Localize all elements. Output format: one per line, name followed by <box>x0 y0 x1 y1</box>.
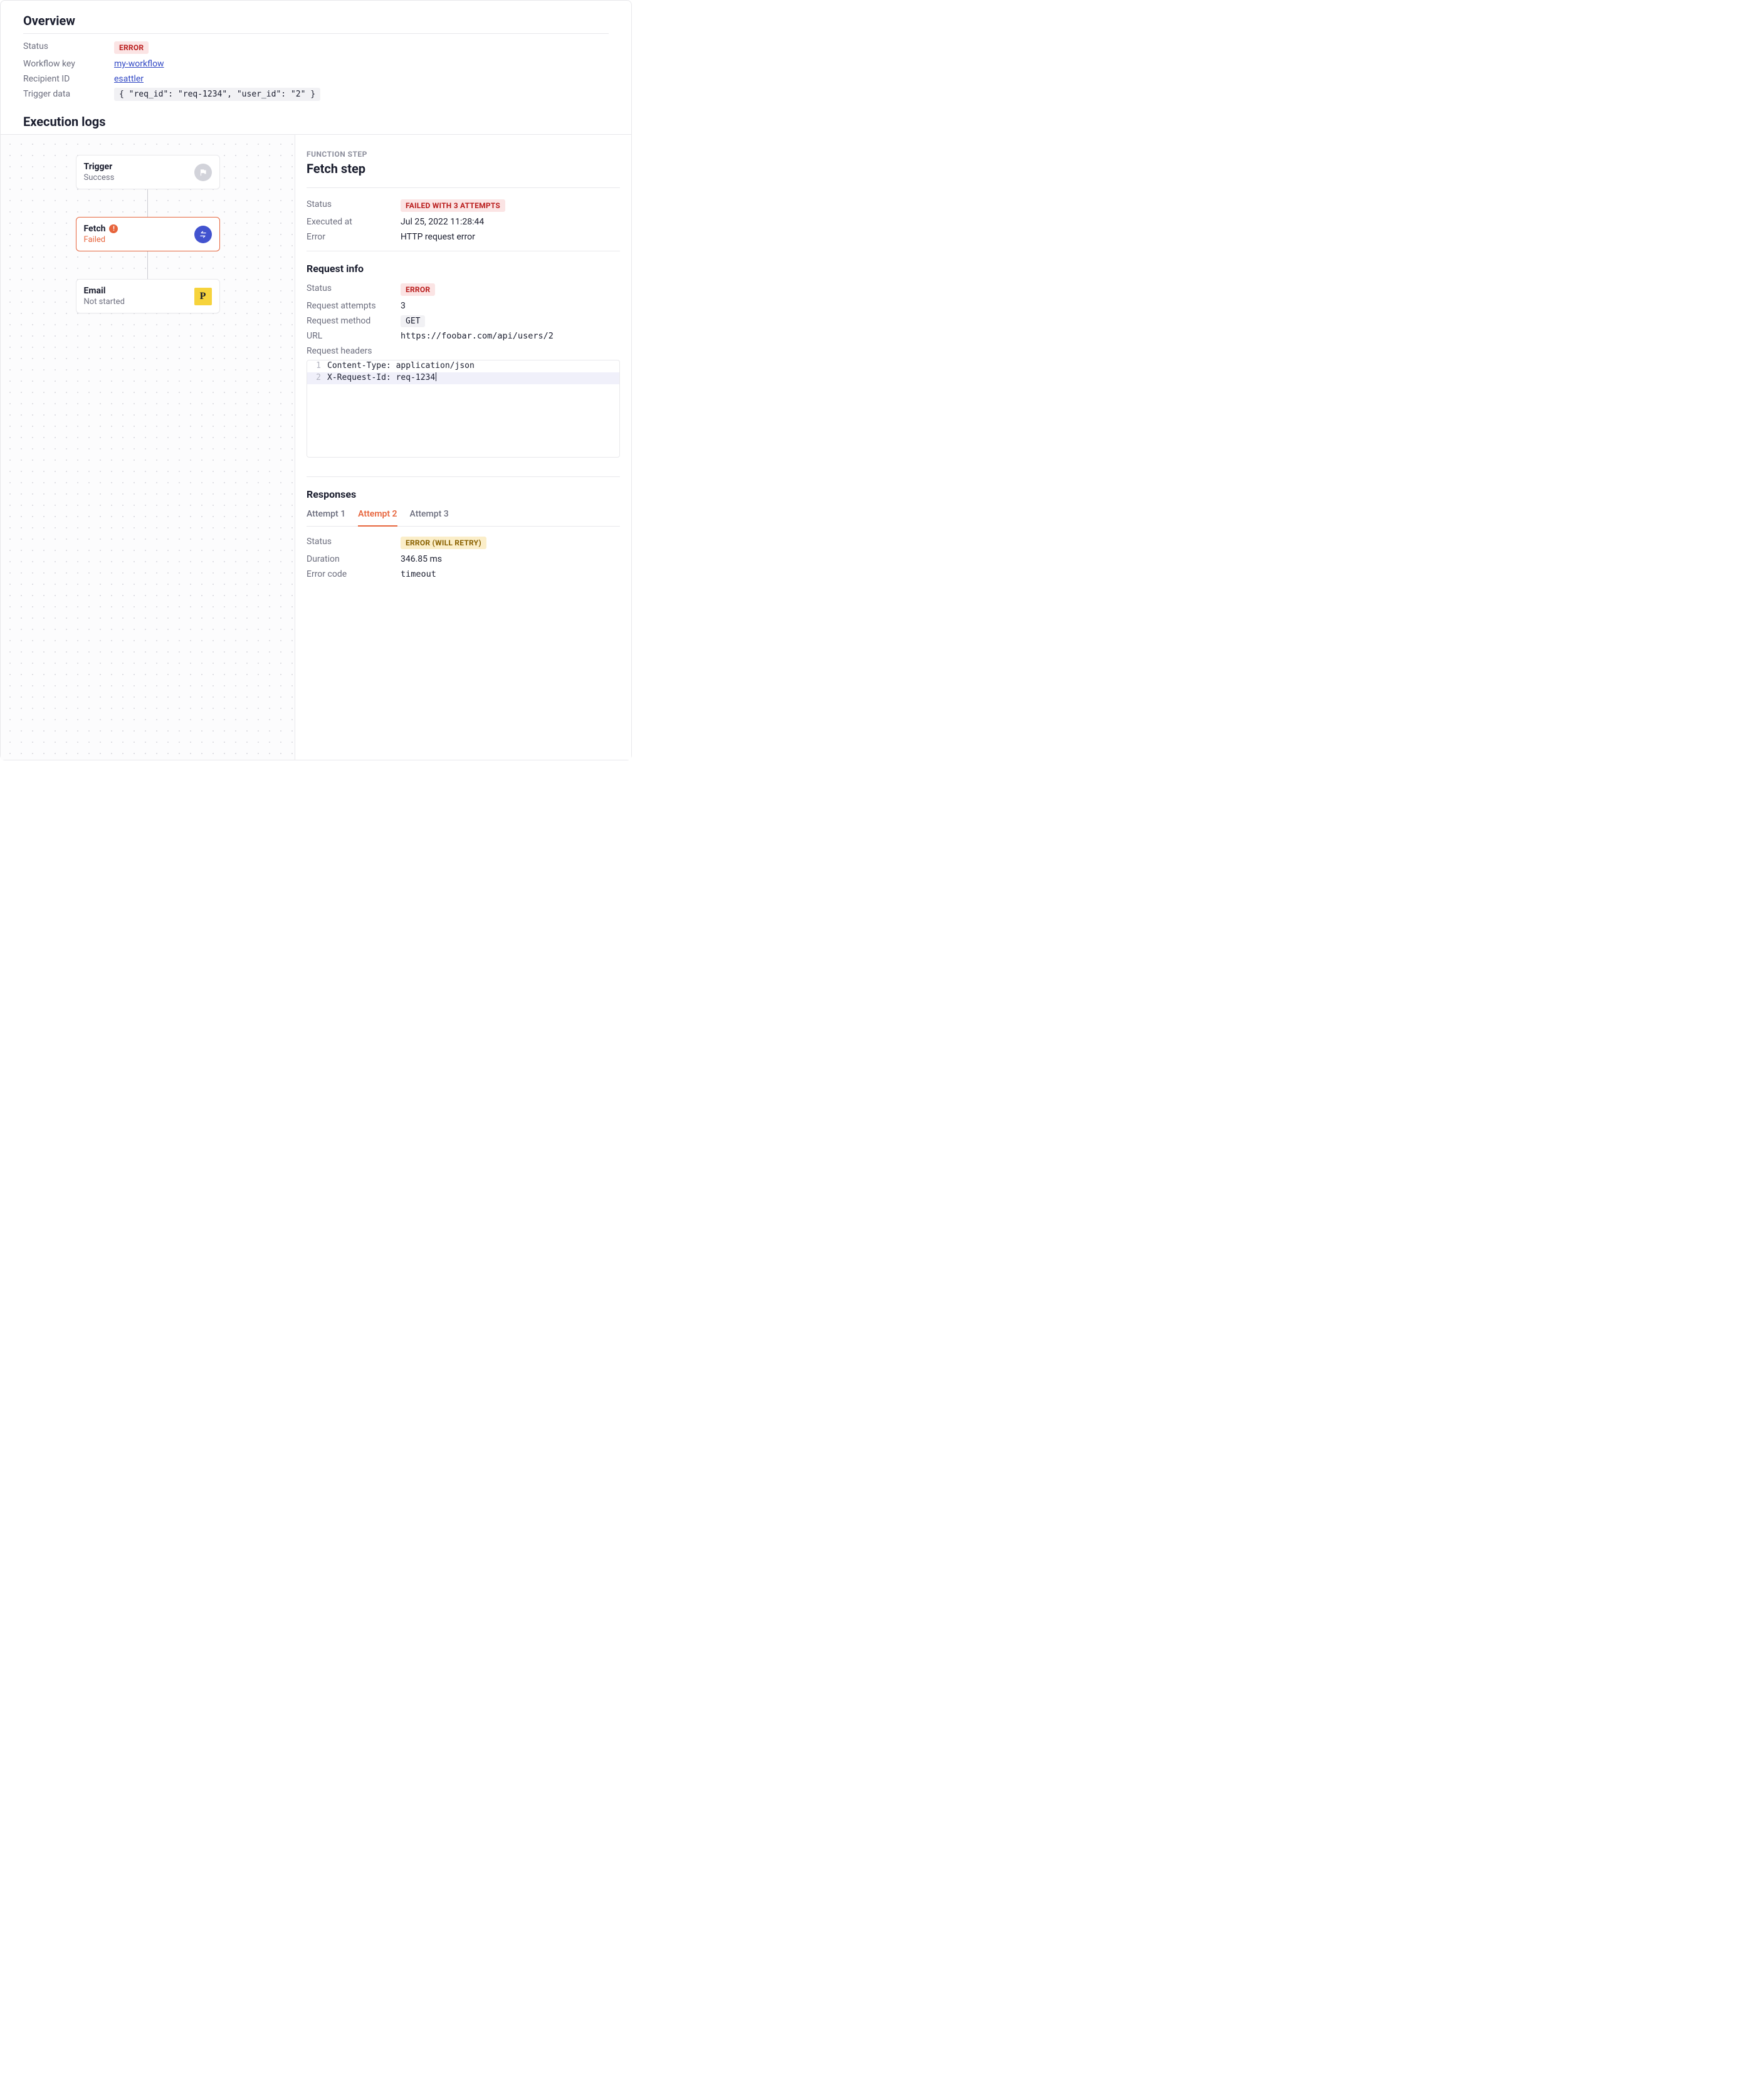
alert-icon: ! <box>109 224 118 233</box>
step-eyebrow: FUNCTION STEP <box>307 150 620 159</box>
status-badge: ERROR <box>114 41 149 54</box>
workflow-key-label: Workflow key <box>23 59 114 69</box>
request-method-label: Request method <box>307 316 401 326</box>
tab-attempt-2[interactable]: Attempt 2 <box>358 509 397 527</box>
connector <box>147 251 148 279</box>
trigger-node-title: Trigger <box>84 162 115 172</box>
swap-icon <box>194 226 212 243</box>
connector <box>147 189 148 217</box>
executed-at-value: Jul 25, 2022 11:28:44 <box>401 217 484 227</box>
error-label: Error <box>307 232 401 242</box>
trigger-node[interactable]: Trigger Success <box>76 155 220 189</box>
step-status-badge: FAILED WITH 3 ATTEMPTS <box>401 199 505 212</box>
response-status-label: Status <box>307 537 401 547</box>
trigger-data-value: { "req_id": "req-1234", "user_id": "2" } <box>114 88 320 101</box>
divider <box>307 476 620 477</box>
step-title: Fetch step <box>307 161 620 176</box>
workflow-key-link[interactable]: my-workflow <box>114 59 164 69</box>
trigger-data-label: Trigger data <box>23 89 114 99</box>
request-method-value: GET <box>401 315 425 327</box>
executed-at-label: Executed at <box>307 217 401 227</box>
fetch-node[interactable]: Fetch ! Failed <box>76 217 220 251</box>
responses-heading: Responses <box>307 488 620 500</box>
response-tabs: Attempt 1 Attempt 2 Attempt 3 <box>307 509 620 527</box>
request-status-badge: ERROR <box>401 283 435 296</box>
request-attempts-value: 3 <box>401 301 406 311</box>
email-node-title: Email <box>84 286 125 296</box>
request-headers-label: Request headers <box>307 346 401 356</box>
request-url-label: URL <box>307 331 401 341</box>
flow-graph-panel: Trigger Success Fetch ! Failed <box>1 135 295 760</box>
overview-heading: Overview <box>23 13 609 28</box>
request-info-heading: Request info <box>307 263 620 275</box>
divider <box>307 187 620 188</box>
request-status-label: Status <box>307 283 401 293</box>
request-url-value: https://foobar.com/api/users/2 <box>401 331 554 341</box>
fetch-node-status: Failed <box>84 235 118 244</box>
request-attempts-label: Request attempts <box>307 301 401 311</box>
tab-attempt-3[interactable]: Attempt 3 <box>410 509 449 527</box>
header-line: X-Request-Id: req-1234 <box>327 372 435 384</box>
response-error-code-value: timeout <box>401 569 436 579</box>
step-status-label: Status <box>307 199 401 209</box>
fetch-node-title: Fetch <box>84 224 106 234</box>
flag-icon <box>194 164 212 181</box>
divider <box>23 33 609 34</box>
status-label: Status <box>23 41 114 51</box>
error-value: HTTP request error <box>401 232 475 242</box>
response-duration-label: Duration <box>307 554 401 564</box>
execution-logs-heading: Execution logs <box>23 114 609 129</box>
header-line: Content-Type: application/json <box>327 360 475 372</box>
tab-attempt-1[interactable]: Attempt 1 <box>307 509 345 527</box>
provider-icon: P <box>194 288 212 305</box>
response-duration-value: 346.85 ms <box>401 554 442 564</box>
recipient-id-link[interactable]: esattler <box>114 74 144 84</box>
step-detail-panel: FUNCTION STEP Fetch step Status FAILED W… <box>295 135 631 760</box>
email-node-status: Not started <box>84 297 125 307</box>
trigger-node-status: Success <box>84 173 115 182</box>
response-status-badge: ERROR (WILL RETRY) <box>401 537 486 549</box>
email-node[interactable]: Email Not started P <box>76 279 220 313</box>
recipient-id-label: Recipient ID <box>23 74 114 84</box>
request-headers-code[interactable]: 1Content-Type: application/json 2X-Reque… <box>307 360 620 458</box>
response-error-code-label: Error code <box>307 569 401 579</box>
